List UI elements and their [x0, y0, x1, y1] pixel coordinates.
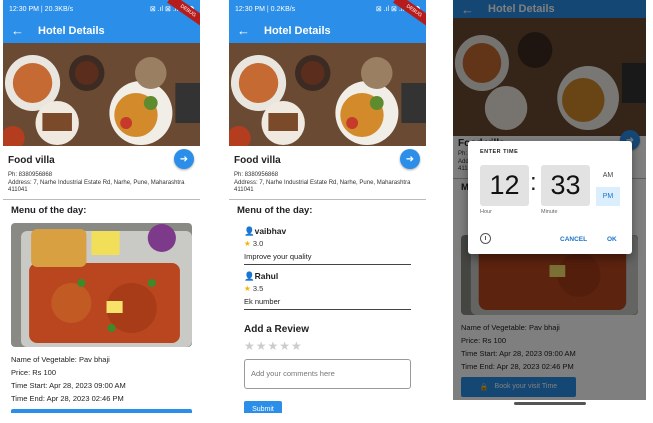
time-picker-dialog: ENTER TIME 12 : 33 AM PM Hour Minute CAN…	[468, 141, 632, 254]
time-end: Time End: Apr 28, 2023 02:46 PM	[11, 393, 124, 403]
rating-stars-input[interactable]: ★★★★★	[229, 339, 426, 353]
directions-icon: ➜	[405, 153, 415, 165]
star-icon: ★	[244, 283, 253, 293]
time-separator: :	[530, 169, 537, 196]
hotel-phone: Ph: 8380956868	[8, 172, 53, 178]
minute-label: Minute	[541, 209, 558, 215]
hotel-address: Address: 7, Narhe Industrial Estate Rd, …	[234, 179, 411, 194]
hotel-name: Food villa	[234, 155, 281, 166]
status-time: 12:30 PM | 0.2KB/s	[235, 5, 296, 13]
add-review-title: Add a Review	[244, 323, 310, 335]
app-bar: ← Hotel Details	[3, 18, 200, 43]
clock-icon[interactable]	[480, 233, 491, 244]
pm-toggle[interactable]: PM	[596, 187, 620, 206]
directions-icon: ➜	[179, 153, 189, 165]
reviewer-name: 👤Rahul	[244, 270, 279, 281]
app-bar: ← Hotel Details	[229, 18, 426, 43]
review-rating: ★ 3.0	[244, 238, 264, 248]
minute-input[interactable]: 33	[541, 165, 590, 206]
price: Price: Rs 100	[11, 367, 57, 377]
arrow-back-icon[interactable]: ←	[11, 23, 24, 38]
am-toggle[interactable]: AM	[596, 166, 620, 185]
review-item: 👤vaibhav ★ 3.0 Improve your quality	[229, 226, 426, 265]
book-visit-button[interactable]	[11, 408, 192, 413]
screen-time-picker: ← Hotel Details Food villa Ph: 8 Add 411…	[453, 0, 646, 400]
cancel-button[interactable]: CANCEL	[560, 236, 587, 243]
menu-title: Menu of the day:	[237, 204, 313, 216]
page-title: Hotel Details	[38, 24, 105, 37]
person-icon: 👤	[244, 225, 255, 236]
gesture-nav-bar[interactable]	[514, 402, 586, 405]
submit-button[interactable]: Submit	[244, 400, 282, 413]
hotel-image	[3, 43, 200, 146]
review-comment: Improve your quality	[244, 252, 411, 265]
vegetable-name: Name of Vegetable: Pav bhaji	[11, 354, 110, 364]
hotel-info: Food villa Ph: 8380956868 Address: 7, Na…	[3, 146, 200, 200]
time-picker-title: ENTER TIME	[480, 149, 519, 155]
review-comment: Ek number	[244, 297, 411, 310]
status-time: 12:30 PM | 20.3KB/s	[9, 5, 74, 13]
page-title: Hotel Details	[264, 24, 331, 37]
review-item: 👤Rahul ★ 3.5 Ek number	[229, 271, 426, 310]
arrow-back-icon[interactable]: ←	[237, 23, 250, 38]
screen-hotel-details: 12:30 PM | 20.3KB/s ⊠ .ıl ⊠ .ıl 88 DEBUG…	[3, 0, 200, 413]
hotel-address: Address: 7, Narhe Industrial Estate Rd, …	[8, 179, 185, 194]
person-icon: 👤	[244, 270, 255, 281]
reviewer-name: 👤vaibhav	[244, 225, 287, 236]
ok-button[interactable]: OK	[607, 236, 617, 243]
star-icon: ★	[244, 238, 253, 248]
menu-title: Menu of the day:	[11, 204, 87, 216]
hotel-info: Food villa Ph: 8380956868 Address: 7, Na…	[229, 146, 426, 200]
dish-image	[11, 222, 192, 347]
hour-label: Hour	[480, 209, 492, 215]
time-start: Time Start: Apr 28, 2023 09:00 AM	[11, 380, 126, 390]
directions-button[interactable]: ➜	[400, 149, 420, 169]
hotel-name: Food villa	[8, 155, 55, 166]
hotel-phone: Ph: 8380956868	[234, 172, 279, 178]
comment-input[interactable]: Add your comments here	[244, 358, 411, 389]
directions-button[interactable]: ➜	[174, 149, 194, 169]
review-rating: ★ 3.5	[244, 283, 264, 293]
hour-input[interactable]: 12	[480, 165, 529, 206]
screen-hotel-reviews: 12:30 PM | 0.2KB/s ⊠ .ıl ⊠ .ıl 88 DEBUG …	[229, 0, 426, 413]
hotel-image	[229, 43, 426, 146]
